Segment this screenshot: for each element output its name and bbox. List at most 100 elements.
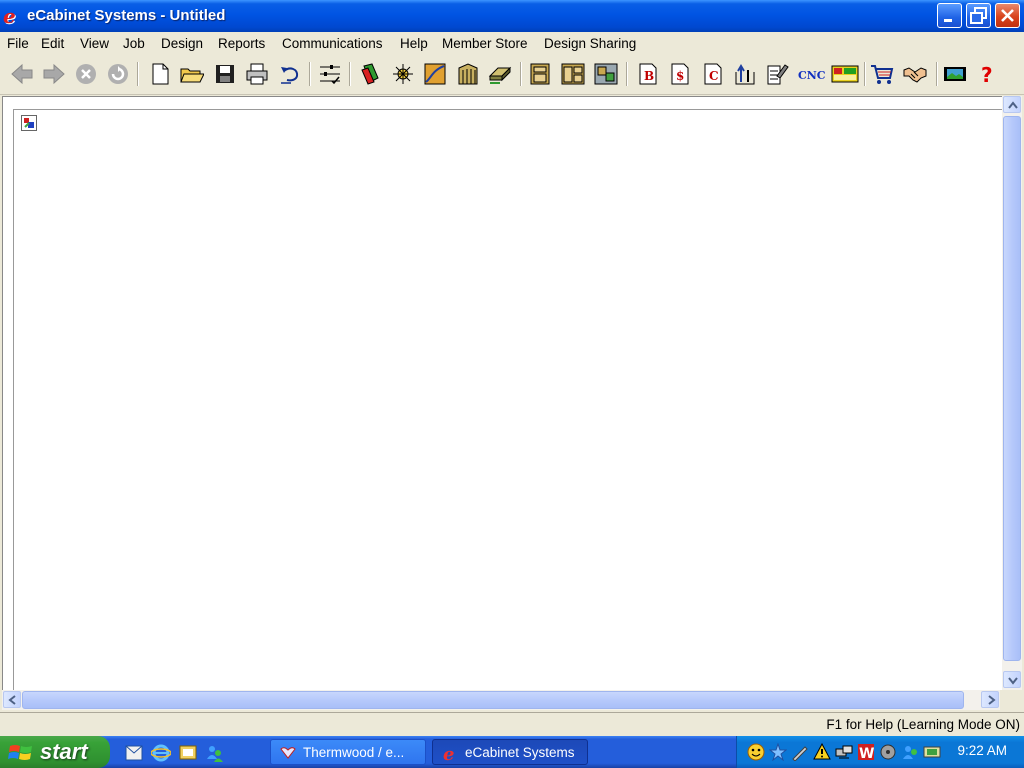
cost-report-button[interactable]: $	[666, 60, 694, 88]
users-icon[interactable]	[901, 743, 919, 761]
w-app-icon[interactable]: W	[857, 743, 875, 761]
menu-member-store[interactable]: Member Store	[442, 36, 528, 51]
display-icon[interactable]	[923, 743, 941, 761]
settings-icon	[320, 65, 340, 85]
taskbar-item-ecabinet[interactable]: e eCabinet Systems	[432, 739, 588, 765]
export-button[interactable]	[731, 60, 759, 88]
toolbar-separator	[137, 62, 139, 86]
disk-utility-icon[interactable]	[879, 743, 897, 761]
quicklaunch-messenger[interactable]	[204, 743, 224, 763]
scroll-right-button[interactable]	[981, 691, 999, 708]
video-icon	[944, 67, 966, 81]
room-button[interactable]	[592, 60, 620, 88]
new-button[interactable]	[146, 60, 174, 88]
cutlist-report-button[interactable]: C	[699, 60, 727, 88]
toolbar-separator	[520, 62, 522, 86]
forward-arrow-icon	[43, 63, 65, 85]
refresh-button[interactable]	[104, 60, 132, 88]
taskbar: start Thermwood / e... e eCabinet System…	[0, 736, 1024, 768]
system-tray: W 9:22 AM	[736, 736, 1024, 768]
close-icon	[1001, 9, 1014, 22]
scroll-down-button[interactable]	[1003, 671, 1021, 688]
new-document-icon	[152, 63, 169, 85]
restore-icon	[970, 7, 987, 24]
star-icon[interactable]	[769, 743, 787, 761]
menu-file[interactable]: File	[7, 36, 29, 51]
smiley-icon[interactable]	[747, 743, 765, 761]
menu-design-sharing[interactable]: Design Sharing	[544, 36, 636, 51]
menu-help[interactable]: Help	[400, 36, 428, 51]
taskbar-item-label: Thermwood / e...	[303, 745, 405, 760]
options-button[interactable]	[316, 60, 344, 88]
share-button[interactable]	[901, 60, 929, 88]
vertical-scrollbar[interactable]	[1002, 96, 1022, 690]
print-button[interactable]	[243, 60, 271, 88]
horizontal-scroll-thumb[interactable]	[22, 691, 964, 709]
toolbar-separator	[864, 62, 866, 86]
cnc-icon: CNC	[798, 69, 826, 82]
design-canvas[interactable]	[2, 96, 1003, 691]
minimize-button[interactable]	[937, 3, 962, 28]
close-button[interactable]	[995, 3, 1020, 28]
door-button[interactable]	[454, 60, 482, 88]
bill-icon-label: B	[644, 69, 654, 83]
arrow-down-icon	[1008, 677, 1018, 685]
restore-button[interactable]	[966, 3, 991, 28]
start-button[interactable]: start	[0, 736, 110, 768]
hardware-button[interactable]	[389, 60, 417, 88]
menu-design[interactable]: Design	[161, 36, 203, 51]
room-icon	[594, 63, 618, 85]
quicklaunch-desktop[interactable]	[178, 743, 198, 763]
profile-button[interactable]	[421, 60, 449, 88]
warning-icon[interactable]	[813, 743, 831, 761]
toolbar-separator	[936, 62, 938, 86]
video-button[interactable]	[941, 60, 969, 88]
menu-communications[interactable]: Communications	[282, 36, 383, 51]
menu-edit[interactable]: Edit	[41, 36, 64, 51]
cnc-button[interactable]: CNC	[796, 60, 826, 88]
stop-button[interactable]	[72, 60, 100, 88]
store-button[interactable]	[868, 60, 896, 88]
start-label: start	[40, 739, 88, 764]
edit-report-button[interactable]	[763, 60, 791, 88]
profile-icon	[424, 63, 446, 85]
cabinet-layout-button[interactable]	[559, 60, 587, 88]
open-folder-icon	[180, 68, 204, 83]
undo-icon	[281, 67, 299, 84]
export-icon	[735, 64, 755, 85]
material-button[interactable]	[356, 60, 384, 88]
menu-view[interactable]: View	[80, 36, 109, 51]
help-button[interactable]: ?	[974, 60, 1002, 88]
save-button[interactable]	[211, 60, 239, 88]
nest-button[interactable]	[829, 60, 859, 88]
network-icon[interactable]	[835, 743, 853, 761]
title-bar[interactable]: e eCabinet Systems - Untitled	[0, 0, 1024, 32]
pen-tool-icon[interactable]	[791, 743, 809, 761]
quicklaunch-ie[interactable]	[150, 743, 172, 763]
vertical-scroll-thumb[interactable]	[1003, 116, 1021, 661]
quicklaunch-outlook[interactable]	[124, 743, 144, 763]
material-icon	[361, 63, 379, 85]
bill-report-button[interactable]: B	[634, 60, 662, 88]
forward-button[interactable]	[40, 60, 68, 88]
scroll-up-button[interactable]	[1003, 96, 1021, 113]
menu-reports[interactable]: Reports	[218, 36, 265, 51]
ecabinet-logo-icon[interactable]: e	[3, 5, 21, 27]
open-button[interactable]	[178, 60, 206, 88]
scroll-left-button[interactable]	[3, 691, 21, 708]
ecabinet-taskbar-glyph: e	[443, 744, 454, 762]
undo-button[interactable]	[276, 60, 304, 88]
taskbar-item-thermwood[interactable]: Thermwood / e...	[270, 739, 426, 765]
broken-image-icon	[21, 115, 37, 131]
horizontal-scrollbar[interactable]	[2, 690, 1000, 710]
cabinet-button[interactable]	[526, 60, 554, 88]
messenger-icon	[207, 746, 223, 762]
toolbar-separator	[626, 62, 628, 86]
cabinet-icon	[530, 63, 550, 85]
menu-job[interactable]: Job	[123, 36, 145, 51]
back-button[interactable]	[8, 60, 36, 88]
stop-icon	[76, 64, 96, 84]
panel-button[interactable]	[486, 60, 514, 88]
taskbar-item-label: eCabinet Systems	[465, 745, 575, 760]
system-clock[interactable]: 9:22 AM	[957, 743, 1007, 758]
